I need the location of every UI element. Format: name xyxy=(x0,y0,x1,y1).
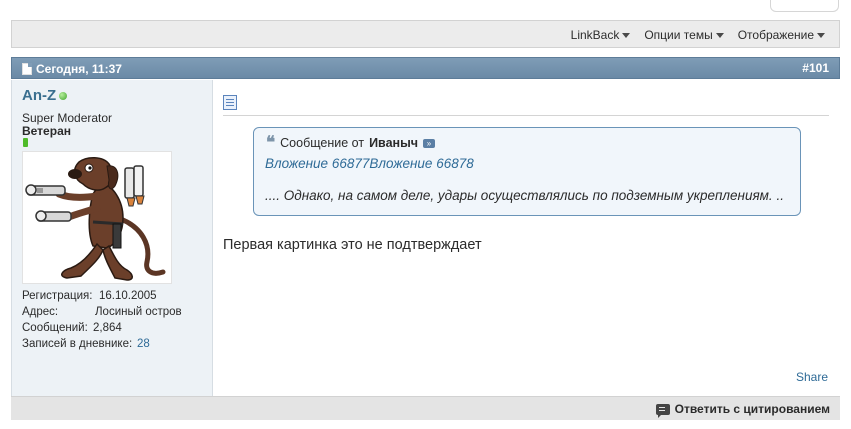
content-divider xyxy=(223,115,829,116)
reputation-icon xyxy=(23,138,28,147)
quote-header: ❝ Сообщение от Иваныч » xyxy=(266,133,436,153)
user-title: Super Moderator xyxy=(22,111,113,125)
username-link[interactable]: An-Z xyxy=(22,87,56,104)
quote-block: ❝ Сообщение от Иваныч » Вложение 66877 В… xyxy=(253,127,801,216)
post-content: ❝ Сообщение от Иваныч » Вложение 66877 В… xyxy=(213,80,840,396)
post-icon xyxy=(223,95,237,110)
view-post-icon[interactable]: » xyxy=(423,138,436,148)
stat-blog-entries: Записей в дневнике: 28 xyxy=(22,336,150,352)
attachment-link-66877[interactable]: Вложение 66877 xyxy=(265,156,369,171)
post-date: Сегодня, 11:37 xyxy=(22,62,122,76)
post-message: Первая картинка это не подтверждает xyxy=(223,237,482,253)
post-header: Сегодня, 11:37 #101 xyxy=(11,57,840,79)
speech-bubble-icon xyxy=(655,403,670,418)
post-status-icon xyxy=(22,63,32,75)
user-info-panel: An-Z Super Moderator Ветеран Регистрация… xyxy=(11,80,213,396)
post-footer: Ответить с цитированием xyxy=(11,396,840,420)
stat-posts: Сообщений: 2,864 xyxy=(22,322,122,334)
quote-text: .... Однако, на самом деле, удары осущес… xyxy=(265,188,784,203)
share-link[interactable]: Share xyxy=(796,370,828,384)
linkback-menu[interactable]: LinkBack xyxy=(571,28,631,42)
display-mode-menu[interactable]: Отображение xyxy=(738,28,825,42)
caret-down-icon xyxy=(817,33,825,38)
caret-down-icon xyxy=(715,33,724,38)
quote-marks-icon: ❝ xyxy=(266,133,276,153)
quote-attachments: Вложение 66877 Вложение 66878 xyxy=(265,156,474,171)
stat-registration: Регистрация: 16.10.2005 xyxy=(22,290,157,302)
quote-author: Иваныч xyxy=(369,136,419,150)
online-status-icon xyxy=(59,91,68,100)
avatar[interactable] xyxy=(22,151,172,284)
post-number-link[interactable]: #101 xyxy=(802,61,829,75)
user-rank: Ветеран xyxy=(22,124,71,138)
thread-toolbar: LinkBack Опции темы Отображение xyxy=(11,20,840,48)
attachment-link-66878[interactable]: Вложение 66878 xyxy=(369,156,473,171)
blog-entries-link[interactable]: 28 xyxy=(137,336,150,352)
stat-address: Адрес: Лосиный остров xyxy=(22,306,182,318)
thread-options-menu[interactable]: Опции темы xyxy=(644,28,724,42)
avatar-cartoon-dog-image xyxy=(25,157,166,281)
reply-with-quote-button[interactable]: Ответить с цитированием xyxy=(655,402,830,418)
search-tab-stub xyxy=(770,0,839,12)
quote-prefix: Сообщение от xyxy=(280,136,365,150)
caret-down-icon xyxy=(622,33,631,38)
user-stats: Регистрация: 16.10.2005 Адрес: Лосиный о… xyxy=(22,288,182,352)
